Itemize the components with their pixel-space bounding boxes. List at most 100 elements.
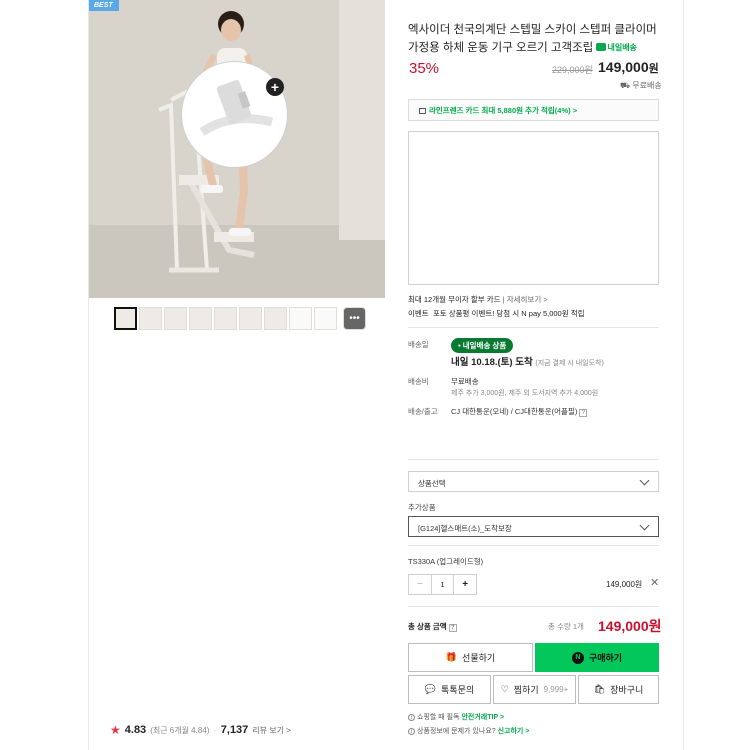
total-price: 149,000원 [598, 618, 662, 634]
wish-count: 9,999+ [543, 685, 569, 694]
increase-button[interactable]: + [453, 575, 476, 594]
delivery-date-label: 배송일 [408, 340, 429, 349]
card-icon [419, 108, 426, 114]
help-icon[interactable]: ? [579, 409, 588, 417]
ad-placeholder-box [408, 131, 659, 285]
delivery-tag-label: 내일배송 [607, 43, 637, 52]
thumbnail-4[interactable] [189, 307, 212, 330]
info-icon: i [408, 714, 415, 721]
thumbnail-9[interactable] [314, 307, 337, 330]
more-thumbnails-icon[interactable]: ••• [343, 307, 366, 330]
thumbnail-6[interactable] [239, 307, 262, 330]
rating-score: 4.83 [124, 724, 147, 736]
report-link[interactable]: 신고하기 > [498, 728, 530, 735]
shipping-fee: 무료배송 [451, 377, 479, 386]
arrival-date: 내일 10.18.(토) 도착 (지금 결제 시 내일도착) [451, 354, 604, 368]
event-label: 이벤트 [408, 309, 429, 318]
talk-inquiry-button[interactable]: 💬 톡톡문의 [408, 675, 491, 704]
shipping-fee-label: 배송비 [408, 377, 429, 386]
price-unit: 원 [648, 63, 659, 75]
review-link[interactable]: 리뷰 보기 > [252, 725, 291, 736]
report-row: i 상품정보에 문제가 있나요? 신고하기 > [408, 726, 529, 736]
truck-icon: ⛟ [620, 81, 633, 90]
gift-icon: 🎁 [445, 652, 458, 662]
total-label: 총 상품 금액 ? [408, 621, 457, 632]
help-icon[interactable]: ? [448, 624, 457, 632]
sale-price-value: 149,000 [598, 59, 649, 75]
addon-select[interactable]: [G124]헬스매트(소)_도착보장 [408, 516, 659, 537]
thumbnail-5[interactable] [214, 307, 237, 330]
safe-trade-link[interactable]: 안전거래TIP > [461, 714, 504, 721]
pill-label: 내일배송 상품 [462, 341, 507, 350]
event-text[interactable]: 포토 상품평 이벤트! 당첨 시 N pay 5,000원 적립 [433, 309, 585, 318]
thumbnail-7[interactable] [264, 307, 287, 330]
cart-icon: 🛍 [593, 684, 606, 694]
quantity-input[interactable]: 1 [432, 575, 454, 594]
details-link[interactable]: 자세히보기 > [507, 295, 548, 304]
arrival-text: 내일 10.18.(토) 도착 [451, 357, 533, 368]
thumbnail-2[interactable] [139, 307, 162, 330]
safe-trade-tip: i 쇼핑할 때 필독 안전거래TIP > [408, 712, 504, 722]
report-prefix: 상품정보에 문제가 있나요? [417, 728, 496, 735]
heart-icon: ♡ [500, 684, 509, 694]
divider: · [213, 724, 217, 736]
event-row: 이벤트 포토 상품평 이벤트! 당첨 시 N pay 5,000원 적립 [408, 308, 585, 319]
shipping-fee-note: 제주 추가 3,000원, 제주 외 도서지역 추가 4,000원 [451, 390, 599, 397]
quantity-stepper: − 1 + [408, 574, 477, 595]
tomorrow-delivery-pill: ▪ 내일배송 상품 [451, 338, 514, 353]
discount-rate: 35% [409, 60, 440, 77]
best-badge: BEST [89, 0, 119, 11]
installment-text: 최대 12개월 무이자 할부 카드 [408, 295, 501, 304]
card-banner-text: 라인프렌즈 카드 최대 5,880원 추가 적립(4%) > [429, 106, 578, 115]
zoom-plus-icon: + [266, 78, 284, 96]
free-shipping-label: 무료배송 [632, 81, 662, 90]
addon-label: 추가상품 [408, 503, 436, 512]
wish-button[interactable]: ♡ 찜하기 9,999+ [493, 675, 576, 704]
thumbnail-strip: ••• [114, 307, 366, 330]
divider [408, 327, 659, 328]
divider [408, 606, 659, 607]
buy-label: 구매하기 [588, 653, 623, 663]
talk-label: 톡톡문의 [441, 685, 475, 695]
courier-text: CJ 대한통운(오네) / CJ대한통운(어플필) [451, 407, 578, 416]
cart-button[interactable]: 🛍 장바구니 [578, 675, 659, 704]
courier-info: CJ 대한통운(오네) / CJ대한통운(어플필) ? [451, 406, 588, 417]
buy-button[interactable]: N 구매하기 [535, 643, 659, 672]
cart-label: 장바구니 [610, 685, 644, 695]
option-price: 149,000원 [606, 580, 643, 589]
sale-price: 149,000원 [598, 59, 659, 76]
free-shipping: ⛟ 무료배송 [620, 80, 662, 91]
detail-zoom-circle [181, 61, 288, 168]
rating-summary: ★ 4.83 (최근 6개월 4.84) · 7,137 리뷰 보기 > [110, 723, 291, 737]
npay-icon: N [571, 651, 584, 664]
product-select-value: 상품선택 [418, 479, 446, 488]
arrival-note: (지금 결제 시 내일도착) [535, 360, 604, 367]
star-icon: ★ [110, 723, 121, 737]
tip-prefix: 쇼핑할 때 필독 [417, 714, 460, 721]
truck-icon [596, 43, 607, 51]
wish-label: 찜하기 [513, 685, 539, 695]
card-benefit-banner[interactable]: 라인프렌즈 카드 최대 5,880원 추가 적립(4%) > [408, 99, 659, 121]
review-count: 7,137 [220, 724, 249, 736]
delivery-tag: 내일배송 [596, 39, 637, 56]
thumbnail-1[interactable] [114, 307, 137, 330]
total-label-text: 총 상품 금액 [408, 622, 447, 631]
gift-button[interactable]: 🎁 선물하기 [408, 643, 533, 672]
product-title: 엑사이더 천국의계단 스텝밀 스카이 스텝퍼 클라이머 가정용 하체 운동 기구… [408, 22, 660, 57]
decrease-button[interactable]: − [409, 575, 432, 594]
divider [408, 545, 659, 546]
chevron-down-icon [639, 475, 650, 486]
courier-label: 배송/출고 [408, 407, 438, 416]
gift-label: 선물하기 [462, 653, 496, 663]
chat-icon: 💬 [424, 684, 437, 694]
product-select[interactable]: 상품선택 [408, 471, 659, 492]
remove-option-icon[interactable]: ✕ [650, 576, 659, 589]
selected-option-name: TS330A (업그레이드형) [408, 557, 484, 566]
addon-select-value: [G124]헬스매트(소)_도착보장 [418, 524, 512, 533]
chevron-down-icon [639, 520, 650, 531]
divider [408, 459, 659, 460]
original-price: 229,000원 [552, 65, 593, 75]
thumbnail-8[interactable] [289, 307, 312, 330]
thumbnail-3[interactable] [164, 307, 187, 330]
total-quantity: 총 수량 1개 [548, 622, 584, 631]
